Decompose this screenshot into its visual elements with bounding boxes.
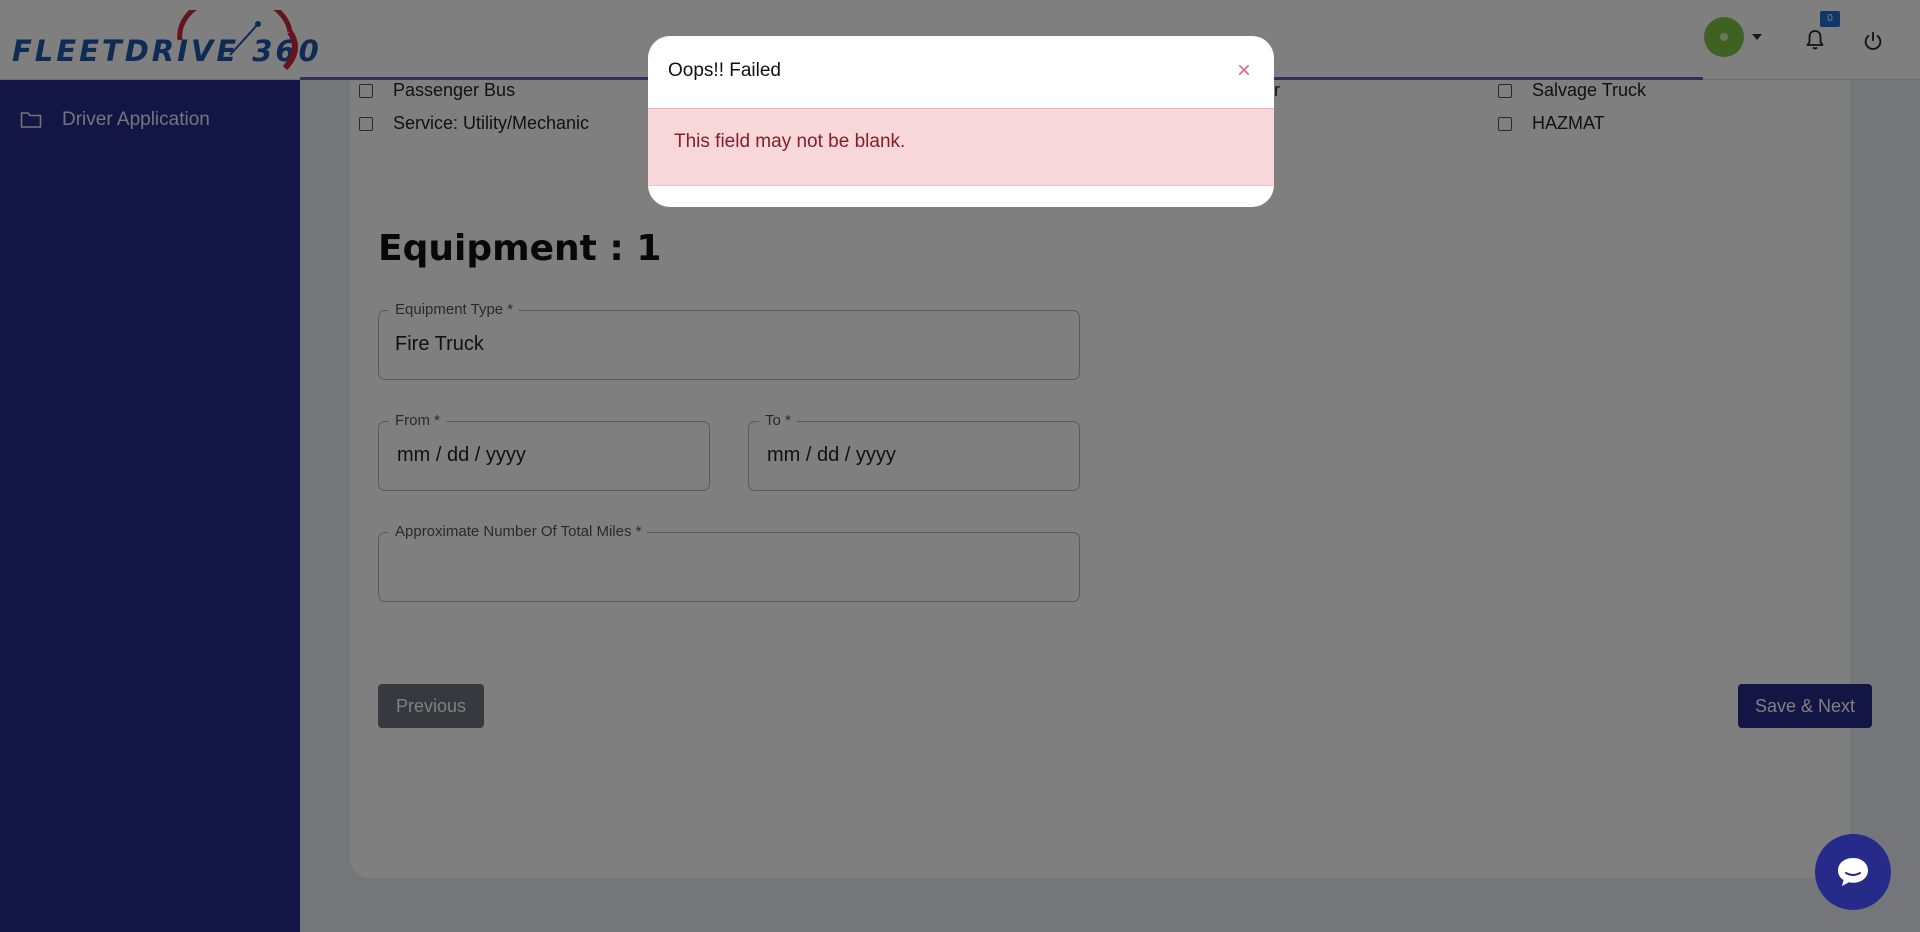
error-message: This field may not be blank. [674, 131, 906, 152]
error-alert: This field may not be blank. [648, 108, 1274, 186]
error-modal: Oops!! Failed × This field may not be bl… [648, 36, 1274, 207]
chat-bubble-icon [1838, 858, 1868, 886]
close-icon[interactable]: × [1231, 54, 1257, 88]
chat-button[interactable] [1815, 834, 1891, 910]
modal-title: Oops!! Failed [668, 60, 781, 81]
